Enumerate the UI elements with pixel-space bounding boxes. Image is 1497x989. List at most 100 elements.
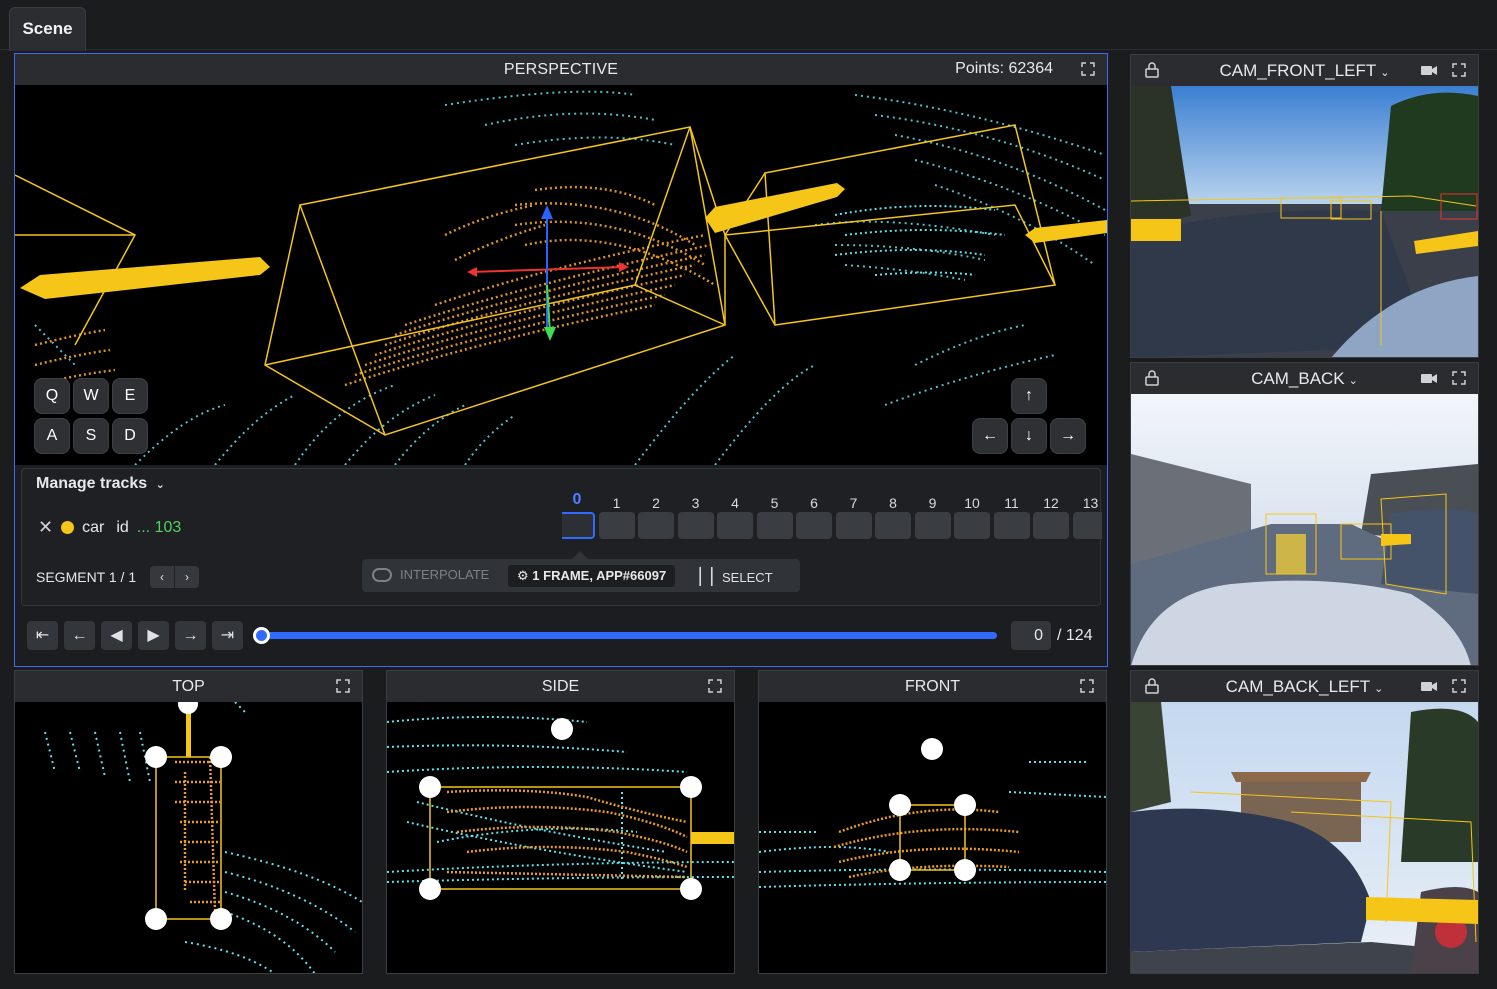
frame-cell[interactable] bbox=[638, 512, 674, 539]
lock-icon[interactable] bbox=[1145, 62, 1159, 78]
prev-frame-button[interactable]: ← bbox=[64, 621, 95, 650]
frame-number: 5 bbox=[770, 495, 779, 511]
frame-info-badge: ⚙ 1 FRAME, APP#66097 bbox=[508, 565, 676, 587]
camera-dropdown[interactable]: CAM_BACK_LEFT ⌄ bbox=[1226, 677, 1384, 697]
expand-icon[interactable] bbox=[1452, 679, 1466, 693]
frame-number: 9 bbox=[928, 495, 937, 511]
playback-slider[interactable] bbox=[253, 627, 997, 644]
frame-cell[interactable] bbox=[914, 512, 951, 539]
last-frame-button[interactable]: ⇥ bbox=[212, 621, 243, 650]
camera-image[interactable] bbox=[1131, 86, 1478, 358]
camera-off-icon[interactable] bbox=[1420, 679, 1438, 693]
frame-number: 8 bbox=[889, 495, 897, 511]
expand-icon[interactable] bbox=[1080, 679, 1094, 693]
gear-icon: ⚙ bbox=[517, 568, 529, 583]
frame-input[interactable]: 0 bbox=[1011, 621, 1051, 650]
camera-header: CAM_FRONT_LEFT ⌄ bbox=[1131, 55, 1478, 86]
top-view-panel: TOP bbox=[14, 670, 363, 974]
frame-cell[interactable] bbox=[835, 512, 872, 539]
expand-icon[interactable] bbox=[708, 679, 722, 693]
front-view-header: FRONT bbox=[759, 671, 1106, 702]
frame-cell[interactable] bbox=[1033, 512, 1069, 539]
select-button[interactable]: ⎢⎥ SELECT bbox=[698, 567, 773, 587]
track-color-dot bbox=[61, 521, 75, 534]
key-s[interactable]: S bbox=[74, 419, 108, 453]
camera-image[interactable] bbox=[1131, 702, 1478, 974]
frame-toolbar: INTERPOLATE ⚙ 1 FRAME, APP#66097 ⎢⎥ SELE… bbox=[362, 551, 800, 592]
points-count: Points: 62364 bbox=[955, 60, 1053, 77]
frame-timeline: 0 1 2 3 4 5 6 7 8 9 10 11 12 13 bbox=[562, 469, 1102, 569]
expand-icon[interactable] bbox=[336, 679, 350, 693]
expand-icon[interactable] bbox=[1452, 371, 1466, 385]
perspective-header: PERSPECTIVE Points: 62364 bbox=[15, 54, 1107, 85]
bbox-front bbox=[899, 804, 966, 871]
frame-cell[interactable] bbox=[562, 512, 595, 539]
expand-icon[interactable] bbox=[1452, 63, 1466, 77]
frame-number: 12 bbox=[1043, 495, 1059, 511]
frame-number: 13 bbox=[1082, 495, 1099, 511]
perspective-panel: PERSPECTIVE Points: 62364 Q W E A S D ↑ … bbox=[14, 53, 1108, 667]
chevron-down-icon: ⌄ bbox=[155, 479, 165, 491]
segment-next-button[interactable]: › bbox=[175, 566, 199, 588]
frame-cell[interactable] bbox=[677, 512, 714, 539]
frame-cell[interactable] bbox=[1072, 512, 1102, 539]
slider-thumb[interactable] bbox=[253, 627, 270, 644]
key-e[interactable]: E bbox=[113, 379, 147, 413]
camera-name: CAM_BACK bbox=[1251, 368, 1345, 388]
lock-icon[interactable] bbox=[1145, 678, 1159, 694]
frame-cell[interactable] bbox=[954, 512, 990, 539]
frame-cell[interactable] bbox=[717, 512, 753, 539]
front-view-panel: FRONT bbox=[758, 670, 1107, 974]
step-back-button[interactable]: ◀ bbox=[101, 621, 132, 650]
camera-name: CAM_FRONT_LEFT bbox=[1219, 60, 1377, 80]
camera-off-icon[interactable] bbox=[1420, 63, 1438, 77]
tab-scene[interactable]: Scene bbox=[9, 7, 86, 51]
frame-cell[interactable] bbox=[598, 512, 635, 539]
key-a[interactable]: A bbox=[35, 419, 69, 453]
camera-name: CAM_BACK_LEFT bbox=[1225, 676, 1371, 696]
play-button[interactable]: ▶ bbox=[138, 621, 169, 650]
camera-dropdown[interactable]: CAM_FRONT_LEFT ⌄ bbox=[1219, 61, 1389, 81]
key-w[interactable]: W bbox=[74, 379, 108, 413]
frame-cell[interactable] bbox=[875, 512, 911, 539]
camera-dropdown[interactable]: CAM_BACK ⌄ bbox=[1251, 369, 1358, 389]
frame-info-text: 1 FRAME, APP#66097 bbox=[532, 568, 667, 583]
camera-header: CAM_BACK ⌄ bbox=[1131, 363, 1478, 394]
arrow-right-key[interactable]: → bbox=[1051, 419, 1085, 453]
manage-tracks-dropdown[interactable]: Manage tracks ⌄ bbox=[36, 475, 165, 493]
close-icon[interactable]: ✕ bbox=[38, 517, 53, 538]
panel-title: FRONT bbox=[904, 677, 961, 695]
track-id-value: ... 103 bbox=[136, 518, 182, 536]
track-id-label: id bbox=[116, 518, 129, 536]
side-view-header: SIDE bbox=[387, 671, 734, 702]
arrow-down-key[interactable]: ↓ bbox=[1012, 419, 1046, 453]
track-manager: Manage tracks ⌄ ✕ car id ... 103 SEGMENT… bbox=[21, 468, 1102, 606]
interpolate-label: INTERPOLATE bbox=[400, 567, 490, 582]
side-view-canvas[interactable] bbox=[387, 702, 734, 974]
frame-cell[interactable] bbox=[796, 512, 832, 539]
key-q[interactable]: Q bbox=[35, 379, 69, 413]
segment-prev-button[interactable]: ‹ bbox=[150, 566, 174, 588]
arrow-left-key[interactable]: ← bbox=[973, 419, 1007, 453]
chevron-down-icon: ⌄ bbox=[1374, 682, 1384, 695]
camera-off-icon[interactable] bbox=[1420, 371, 1438, 385]
frame-cell[interactable] bbox=[756, 512, 793, 539]
arrow-up-key[interactable]: ↑ bbox=[1012, 379, 1046, 413]
frame-number: 4 bbox=[731, 495, 739, 511]
front-view-canvas[interactable] bbox=[759, 702, 1106, 974]
lock-icon[interactable] bbox=[1145, 370, 1159, 386]
frame-number: 11 bbox=[1004, 495, 1019, 511]
next-frame-button[interactable]: → bbox=[175, 621, 206, 650]
camera-image[interactable] bbox=[1131, 394, 1478, 666]
chevron-down-icon: ⌄ bbox=[1348, 374, 1358, 387]
track-row[interactable]: ✕ car id ... 103 bbox=[38, 517, 181, 538]
perspective-viewport[interactable]: Q W E A S D ↑ ← ↓ → bbox=[15, 85, 1107, 465]
point-cloud-3d bbox=[15, 90, 1107, 465]
key-d[interactable]: D bbox=[113, 419, 147, 453]
frame-total: / 124 bbox=[1057, 627, 1093, 644]
interpolate-button[interactable]: INTERPOLATE bbox=[372, 567, 489, 582]
top-view-canvas[interactable] bbox=[15, 702, 362, 974]
first-frame-button[interactable]: ⇤ bbox=[27, 621, 58, 650]
expand-icon[interactable] bbox=[1081, 62, 1095, 76]
frame-cell[interactable] bbox=[993, 512, 1030, 539]
